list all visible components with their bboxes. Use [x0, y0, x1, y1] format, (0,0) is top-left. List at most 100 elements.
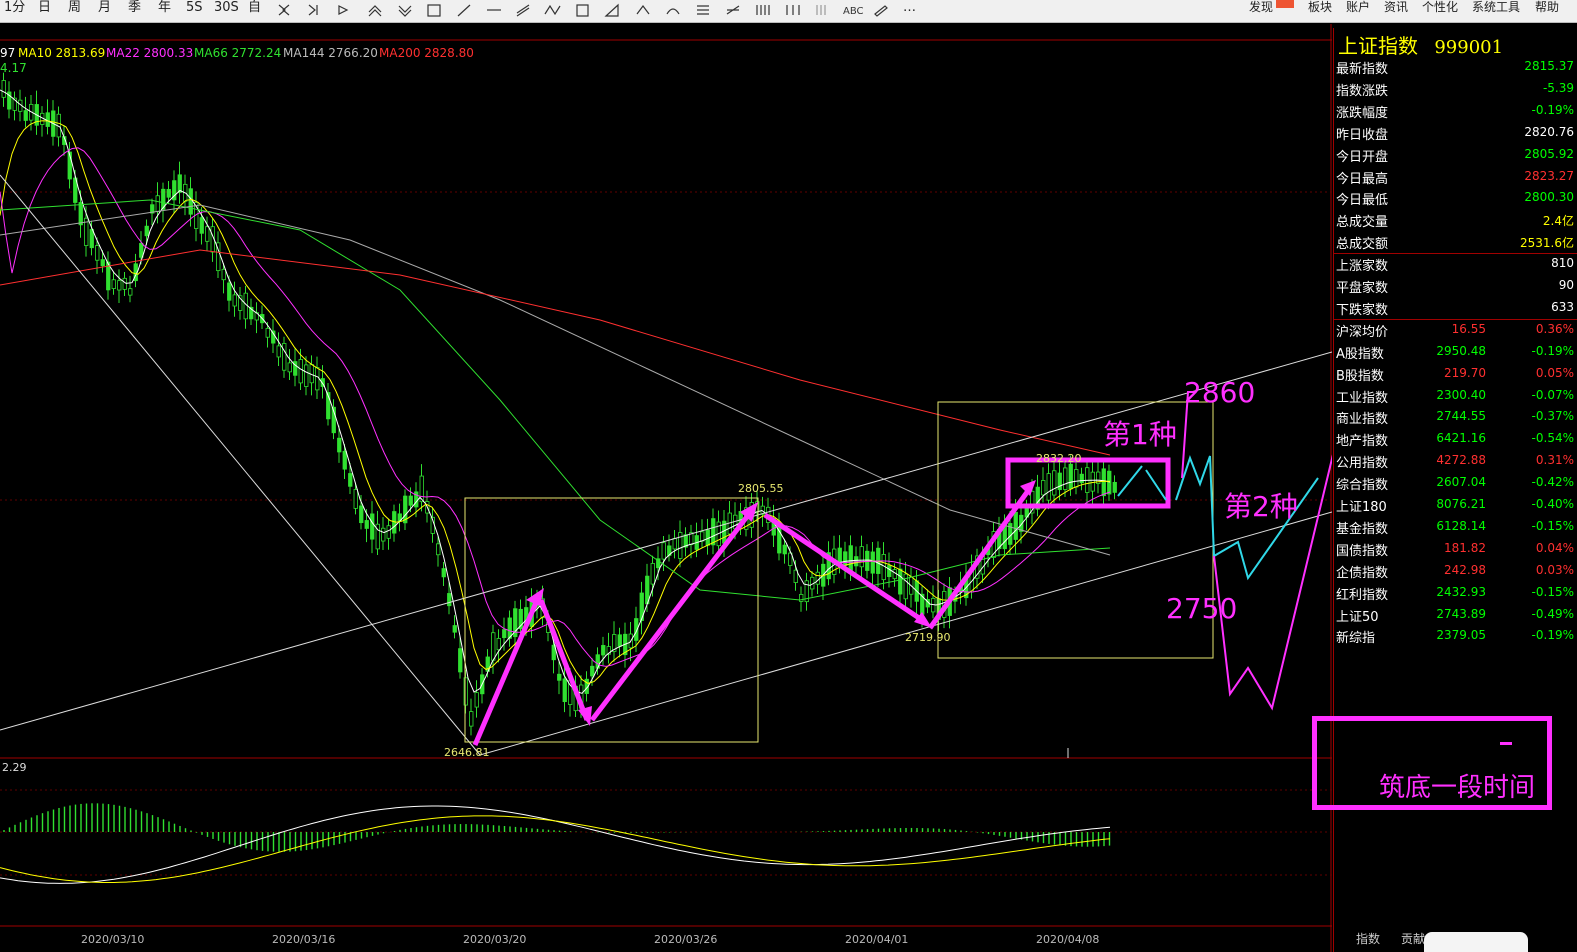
period-year[interactable]: 年: [158, 0, 171, 16]
down-icon: [398, 5, 412, 17]
forward-icon: [338, 5, 349, 15]
period-day[interactable]: 日: [38, 0, 51, 16]
period-30s[interactable]: 30S: [214, 0, 239, 16]
quote-change: 0.36%: [1535, 321, 1574, 336]
quote-row[interactable]: 昨日收盘 2820.76: [1334, 122, 1577, 144]
pen-icon: [874, 5, 888, 17]
period-month[interactable]: 月: [98, 0, 111, 16]
candle: [458, 648, 463, 673]
menu-account[interactable]: 账户: [1346, 0, 1370, 14]
low-label-1: 2646.81: [444, 746, 490, 759]
candle: [282, 342, 287, 371]
menu-system-tools[interactable]: 系统工具: [1472, 0, 1520, 14]
quote-row[interactable]: 下跌家数 633: [1334, 297, 1577, 320]
quote-value: 2379.05: [1436, 628, 1486, 643]
more-button[interactable]: …: [903, 0, 916, 16]
candle: [337, 437, 342, 453]
high-label-2: 2832.20: [1036, 452, 1082, 465]
quote-row[interactable]: 国债指数 181.82 0.04%: [1334, 538, 1577, 560]
menu-discover[interactable]: 发现: [1249, 0, 1273, 14]
candle: [232, 294, 237, 307]
quote-change: 0.04%: [1535, 540, 1574, 555]
quote-row[interactable]: 指数涨跌 -5.39: [1334, 78, 1577, 100]
candle: [1107, 470, 1112, 495]
period-5s[interactable]: 5S: [186, 0, 203, 16]
quote-row[interactable]: 商业指数 2744.55 -0.37%: [1334, 406, 1577, 428]
quote-row[interactable]: 上证180 8076.21 -0.40%: [1334, 494, 1577, 516]
period-custom[interactable]: 自: [248, 0, 261, 16]
quote-change: -0.40%: [1531, 497, 1574, 511]
quote-row[interactable]: 上涨家数 810: [1334, 253, 1577, 275]
candle: [1079, 473, 1084, 484]
quote-change: 2531.6亿: [1520, 236, 1574, 251]
quote-row[interactable]: 新综指 2379.05 -0.19%: [1334, 625, 1577, 647]
candle: [1052, 470, 1057, 496]
quote-value: 2432.93: [1436, 584, 1486, 599]
new-badge-icon: [1276, 0, 1294, 8]
index-code: 999001: [1434, 37, 1504, 58]
candle: [139, 243, 144, 258]
quote-row[interactable]: 企债指数 242.98 0.03%: [1334, 560, 1577, 582]
candle: [227, 282, 232, 301]
quote-row[interactable]: A股指数 2950.48 -0.19%: [1334, 341, 1577, 363]
quote-change: -0.19%: [1531, 102, 1574, 117]
quote-row[interactable]: 公用指数 4272.88 0.31%: [1334, 450, 1577, 472]
top-left-value: 4.17: [0, 61, 27, 75]
high-label-1: 2805.55: [738, 482, 784, 495]
date-label: 2020/03/16: [272, 933, 336, 946]
quote-label: 总成交额: [1336, 237, 1389, 253]
period-week[interactable]: 周: [68, 0, 81, 16]
quote-value: 6128.14: [1436, 518, 1486, 533]
quote-change: -0.49%: [1531, 606, 1574, 621]
candle: [386, 525, 391, 539]
triangle-icon: [604, 3, 619, 17]
tab-contribution[interactable]: 贡献: [1401, 930, 1425, 947]
quote-row[interactable]: 基金指数 6128.14 -0.15%: [1334, 516, 1577, 538]
candle: [711, 518, 716, 546]
quote-change: -0.07%: [1531, 387, 1574, 402]
quote-row[interactable]: 最新指数 2815.37: [1334, 56, 1577, 78]
quote-row[interactable]: B股指数 219.70 0.05%: [1334, 363, 1577, 385]
quote-label: 总成交量: [1336, 215, 1389, 231]
drawing-tools-icons[interactable]: ABC: [275, 2, 915, 18]
quote-row[interactable]: 沪深均价 16.55 0.36%: [1334, 319, 1577, 341]
quote-label: 公用指数: [1336, 456, 1389, 472]
menu-news[interactable]: 资讯: [1384, 0, 1408, 14]
menu-sector[interactable]: 板块: [1308, 0, 1332, 14]
candle: [188, 188, 193, 215]
quote-panel: 上证指数 999001 最新指数 2815.37 指数涨跌 -5.39 涨跌幅度 -0.1…: [1333, 28, 1577, 952]
cycle-icon: [756, 5, 770, 15]
quote-row[interactable]: 今日最低 2800.30: [1334, 187, 1577, 209]
quote-change: 2805.92: [1524, 146, 1574, 161]
macd-histogram: [0, 803, 1111, 884]
ma-line: [0, 199, 1111, 601]
quote-row[interactable]: 涨跌幅度 -0.19%: [1334, 100, 1577, 122]
chart-canvas[interactable]: 2805.55 2646.81 2719.90 2832.20 2.29: [0, 24, 1332, 952]
quote-label: 昨日收盘: [1336, 127, 1389, 143]
tab-index[interactable]: 指数: [1356, 930, 1380, 947]
period-1min[interactable]: 1分: [4, 0, 25, 16]
candle: [381, 527, 386, 542]
candle: [469, 711, 474, 727]
quote-row[interactable]: 工业指数 2300.40 -0.07%: [1334, 385, 1577, 407]
quote-row[interactable]: 综合指数 2607.04 -0.42%: [1334, 472, 1577, 494]
quote-label: 上证180: [1336, 500, 1387, 515]
quote-row[interactable]: 今日最高 2823.27: [1334, 166, 1577, 188]
period-quarter[interactable]: 季: [128, 0, 141, 16]
quote-row[interactable]: 地产指数 6421.16 -0.54%: [1334, 428, 1577, 450]
quote-change: 2820.76: [1524, 124, 1574, 139]
menu-personalize[interactable]: 个性化: [1422, 0, 1458, 14]
quote-row[interactable]: 总成交额 2531.6亿: [1334, 231, 1577, 255]
quote-row[interactable]: 红利指数 2432.93 -0.15%: [1334, 582, 1577, 604]
candle: [155, 195, 160, 213]
angle-icon: [636, 5, 650, 15]
quote-row[interactable]: 今日开盘 2805.92: [1334, 144, 1577, 166]
quote-row[interactable]: 上证50 2743.89 -0.49%: [1334, 604, 1577, 626]
quote-change: -0.15%: [1531, 584, 1574, 599]
candle: [617, 634, 622, 647]
quote-row[interactable]: 总成交量 2.4亿: [1334, 209, 1577, 231]
menu-help[interactable]: 帮助: [1535, 0, 1559, 14]
candle: [100, 259, 105, 267]
quote-row[interactable]: 平盘家数 90: [1334, 275, 1577, 297]
kline-chart[interactable]: 2805.55 2646.81 2719.90 2832.20 2.29 第1种…: [0, 24, 1332, 952]
